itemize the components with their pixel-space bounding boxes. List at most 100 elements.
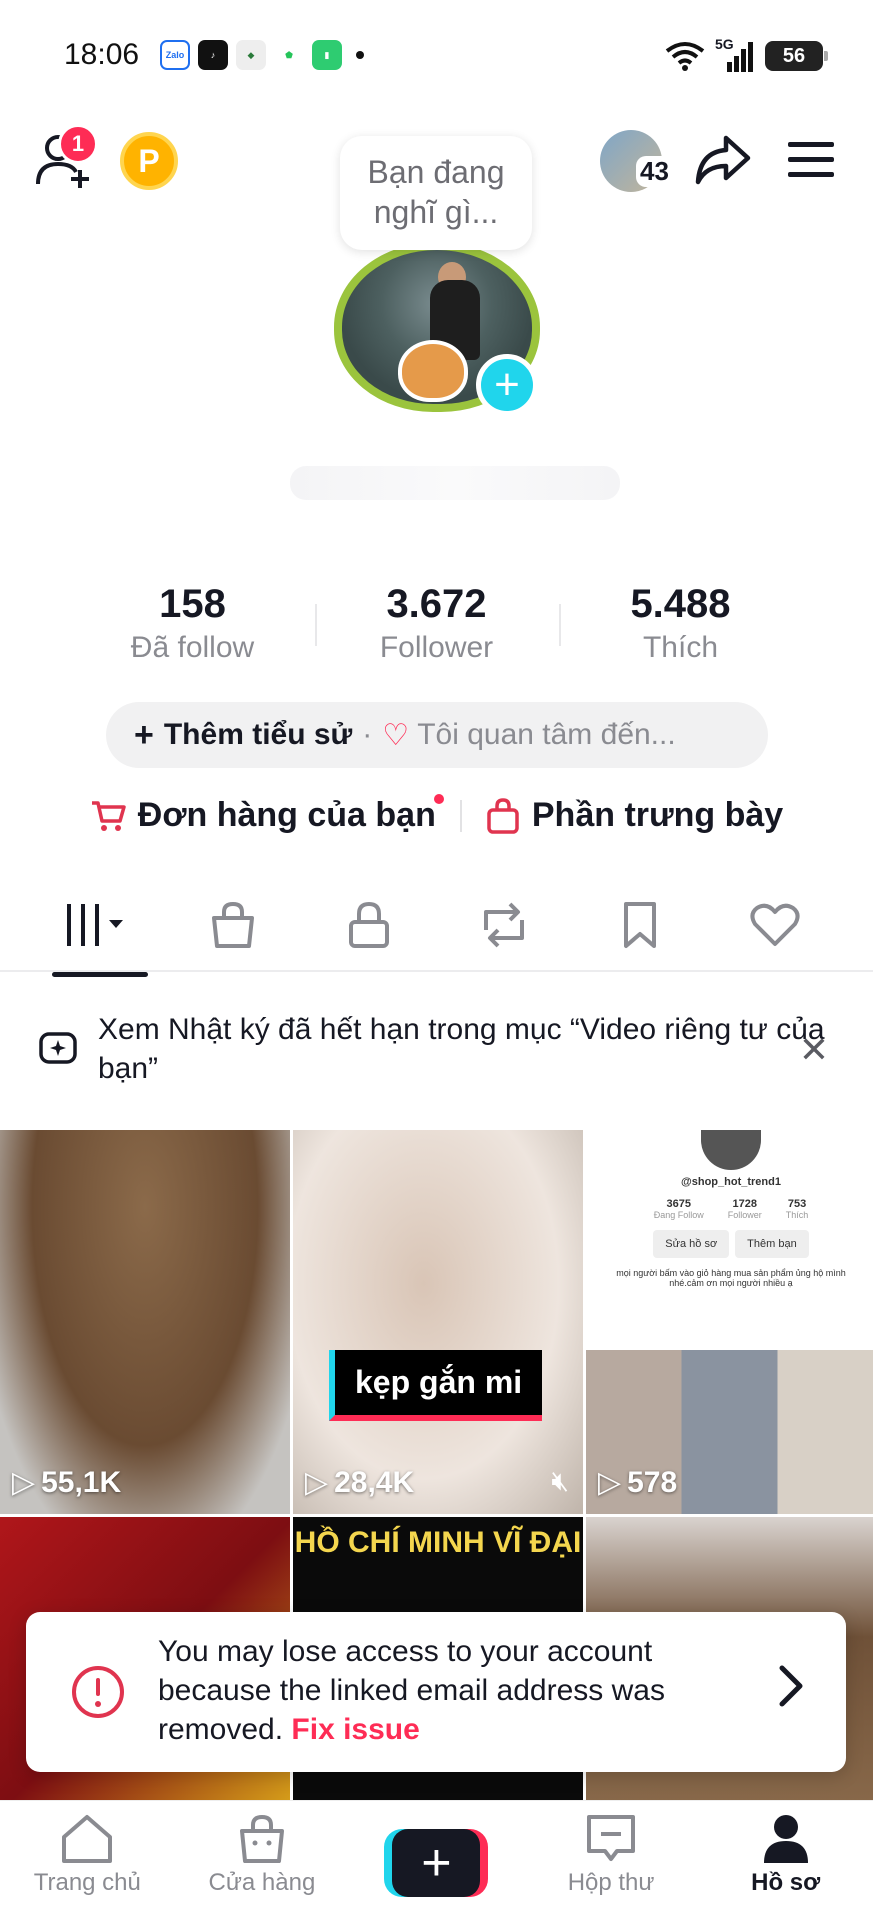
status-app-icons: Zalo ♪ ◆ ⬟ ▮ [160, 40, 364, 70]
profile-stats: 158 Đã follow 3.672 Follower 5.488 Thích [0, 582, 873, 665]
account-warning-card[interactable]: You may lose access to your account beca… [26, 1612, 846, 1772]
showcase-label: Phần trưng bày [531, 796, 784, 834]
menu-icon[interactable] [786, 140, 836, 180]
wifi-icon [665, 42, 705, 71]
nav-shop[interactable]: Cửa hàng [182, 1813, 342, 1897]
view-count: ▷ 578 [598, 1465, 677, 1500]
nav-create[interactable]: + [356, 1813, 516, 1897]
orders-link[interactable]: Đơn hàng của bạn [66, 794, 460, 835]
video-thumbnail[interactable]: @shop_hot_trend1 3675 Đang Follow 1728 Fol… [586, 1130, 873, 1514]
home-icon [62, 1815, 113, 1863]
tab-favorites[interactable] [590, 885, 690, 965]
heart-icon [750, 903, 800, 946]
status-time: 18:06 [64, 38, 140, 71]
network-type: 5G [715, 36, 734, 52]
profile-icon [763, 1815, 808, 1863]
nav-profile[interactable]: Hồ sơ [706, 1813, 866, 1897]
video-thumbnail[interactable]: kẹp gắn mi ▷ 28,4K 🔇︎ [293, 1130, 583, 1514]
view-count: ▷ 28,4K [305, 1465, 414, 1500]
muted-icon: 🔇︎ [551, 1465, 569, 1496]
nav-home[interactable]: Trang chủ [7, 1813, 167, 1897]
mini-handle: @shop_hot_trend1 [681, 1176, 781, 1188]
bookmark-icon [623, 902, 656, 948]
tiktok-icon: ♪ [198, 40, 228, 70]
video-caption: kẹp gắn mi [329, 1350, 543, 1421]
nav-shop-label: Cửa hàng [208, 1869, 316, 1896]
shopping-bag-icon [487, 797, 519, 834]
heart-outline-icon: ♡ [382, 718, 410, 752]
bio-separator: · [362, 718, 373, 751]
chevron-right-icon[interactable] [776, 1662, 806, 1710]
mini-likes: 753 [787, 1198, 807, 1210]
followers-label: Follower [379, 631, 494, 664]
bio-pill[interactable]: + Thêm tiểu sử · ♡ Tôi quan tâm đến... [106, 702, 768, 768]
tab-videos[interactable] [48, 885, 148, 977]
status-right: 5G 56 [665, 36, 828, 72]
mini-followers-label: Follower [727, 1210, 762, 1220]
view-count-value: 578 [627, 1465, 678, 1499]
likes-count: 5.488 [630, 582, 731, 626]
battery-indicator: 56 [765, 41, 828, 71]
nav-profile-label: Hồ sơ [751, 1869, 821, 1896]
bottom-nav: Trang chủ Cửa hàng + Hộp thư Hồ sơ [0, 1800, 873, 1920]
play-icon: ▷ [598, 1466, 622, 1499]
thought-bubble[interactable]: Bạn đang nghĩ gì... [340, 136, 532, 250]
warning-text: You may lose access to your account beca… [158, 1632, 758, 1749]
alert-icon [72, 1666, 124, 1718]
add-bio-plus-icon: + [134, 715, 154, 754]
stat-followers[interactable]: 3.672 Follower [314, 582, 559, 665]
avatar-sticker [398, 340, 468, 402]
play-icon: ▷ [12, 1466, 36, 1499]
orders-dot [433, 794, 444, 804]
orders-label: Đơn hàng của bạn [137, 796, 436, 834]
nav-home-label: Trang chủ [33, 1869, 141, 1896]
mini-profile-screenshot: @shop_hot_trend1 3675 Đang Follow 1728 Fol… [586, 1130, 873, 1350]
shop-row: Đơn hàng của bạn Phần trưng bày [0, 794, 873, 835]
coin-icon[interactable]: P [120, 132, 178, 190]
tab-reposts[interactable] [454, 885, 554, 965]
tab-private[interactable] [319, 885, 419, 965]
close-icon[interactable]: ✕ [799, 1030, 829, 1069]
mini-following: 3675 [666, 1198, 691, 1210]
video-caption: HỒ CHÍ MINH VĨ ĐẠI [294, 1526, 582, 1559]
likes-label: Thích [642, 631, 719, 664]
share-icon[interactable] [694, 134, 752, 186]
stat-following[interactable]: 158 Đã follow [71, 582, 315, 665]
shop-bag-icon [212, 901, 255, 948]
nav-inbox-label: Hộp thư [567, 1869, 655, 1896]
mini-followers: 1728 [732, 1198, 757, 1210]
mini-buttons: Sửa hồ sơ Thêm bạn [586, 1230, 873, 1258]
tab-shop[interactable] [183, 885, 283, 965]
nav-inbox[interactable]: Hộp thư [531, 1813, 691, 1897]
add-story-button[interactable]: + [476, 354, 538, 416]
followers-count: 3.672 [386, 582, 487, 626]
sparkle-icon [39, 1032, 77, 1064]
tab-liked[interactable] [725, 885, 825, 965]
shield-green-icon: ⬟ [274, 40, 304, 70]
lock-icon [348, 901, 389, 948]
plus-icon: + [392, 1829, 481, 1897]
mini-stats: 3675 Đang Follow 1728 Follower 753 Thích [586, 1198, 873, 1220]
mini-description: mọi người bấm vào giỏ hàng mua sản phẩm … [616, 1268, 846, 1288]
more-notifications-dot [356, 51, 364, 59]
mini-edit-button: Sửa hồ sơ [653, 1230, 730, 1258]
create-button[interactable]: + [384, 1829, 489, 1897]
play-icon: ▷ [305, 1466, 329, 1499]
stat-likes[interactable]: 5.488 Thích [558, 582, 803, 665]
friend-request-badge: 1 [58, 124, 98, 164]
repost-icon [484, 902, 525, 948]
following-label: Đã follow [130, 631, 255, 664]
video-thumbnail[interactable]: ▷ 55,1K [0, 1130, 290, 1514]
mini-add-button: Thêm bạn [735, 1230, 809, 1258]
add-bio-label[interactable]: Thêm tiểu sử [164, 718, 352, 752]
showcase-link[interactable]: Phần trưng bày [462, 796, 807, 835]
battery-saver-icon: ▮ [312, 40, 342, 70]
interests-label[interactable]: Tôi quan tâm đến... [417, 718, 676, 752]
fix-issue-link[interactable]: Fix issue [291, 1713, 419, 1746]
view-count-value: 28,4K [334, 1465, 415, 1499]
profile-tabs [0, 880, 873, 977]
following-count: 158 [159, 582, 226, 626]
view-count-value: 55,1K [41, 1465, 122, 1499]
expired-diary-notice[interactable]: Xem Nhật ký đã hết hạn trong mục “Video … [0, 1000, 873, 1124]
mini-following-label: Đang Follow [653, 1210, 704, 1220]
